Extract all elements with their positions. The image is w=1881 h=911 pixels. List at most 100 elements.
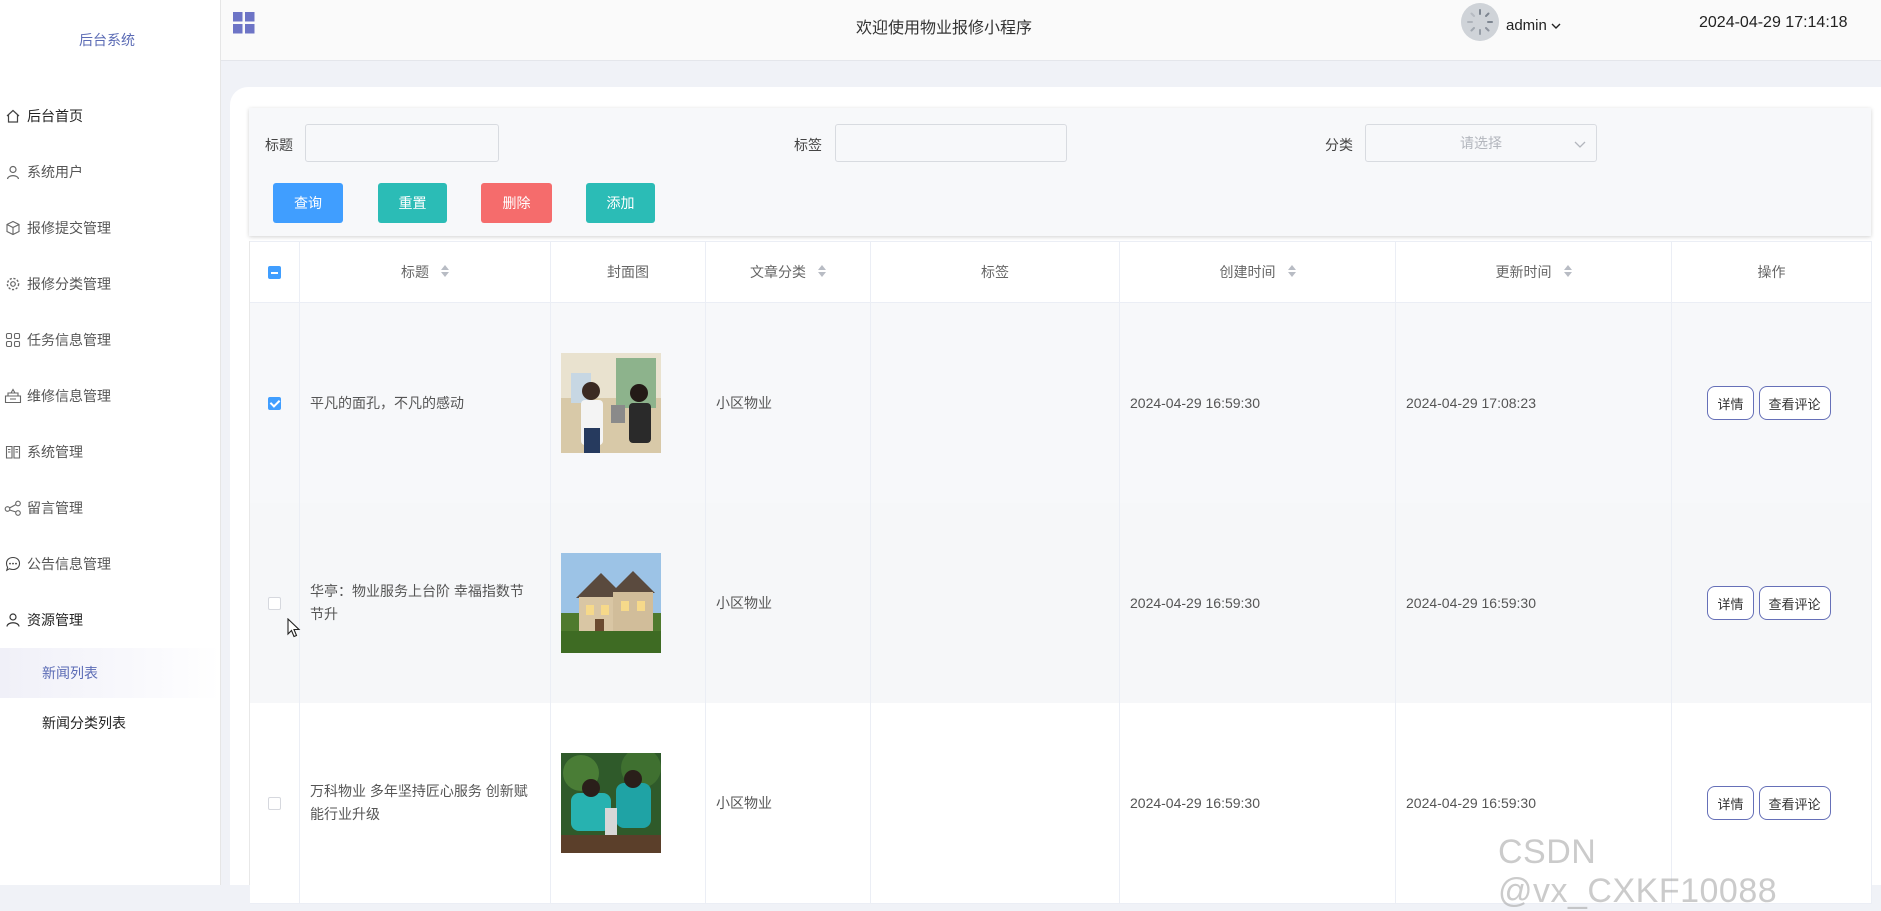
- book-icon: [2, 441, 24, 463]
- row-cover: [551, 503, 706, 703]
- col-title[interactable]: 标题: [300, 242, 551, 302]
- brand-title: 后台系统: [79, 32, 135, 48]
- sort-icon[interactable]: [818, 265, 826, 277]
- chevron-down-icon: [1574, 136, 1586, 152]
- row-select-cell: [250, 503, 300, 703]
- reset-button[interactable]: 重置: [378, 183, 447, 223]
- row-checkbox[interactable]: [268, 796, 281, 810]
- sort-icon[interactable]: [441, 265, 449, 277]
- sidebar-item-maintenance-info[interactable]: 维修信息管理: [0, 368, 220, 424]
- sidebar-item-notices[interactable]: 公告信息管理: [0, 536, 220, 592]
- row-updated: 2024-04-29 16:59:30: [1396, 503, 1672, 703]
- sidebar-subitem-label: 新闻列表: [42, 665, 98, 681]
- tray-icon: [2, 385, 24, 407]
- row-checkbox[interactable]: [268, 596, 281, 610]
- tag-input[interactable]: [835, 124, 1067, 162]
- row-category-text: 小区物业: [716, 395, 772, 411]
- col-cover: 封面图: [551, 242, 706, 302]
- watermark: CSDN @vx_CXKF10088: [1498, 833, 1778, 910]
- sidebar-item-label: 系统管理: [27, 444, 83, 460]
- sidebar-item-task-info[interactable]: 任务信息管理: [0, 312, 220, 368]
- detail-button[interactable]: 详情: [1707, 386, 1754, 420]
- cube-icon: [2, 217, 24, 239]
- row-created-text: 2024-04-29 16:59:30: [1130, 595, 1260, 611]
- welcome-text: 欢迎使用物业报修小程序: [855, 20, 1032, 37]
- row-cover: [551, 703, 706, 903]
- title-input[interactable]: [305, 124, 499, 162]
- delete-button[interactable]: 删除: [481, 183, 552, 223]
- col-title-label: 标题: [401, 264, 429, 280]
- row-checkbox[interactable]: [268, 396, 281, 410]
- sidebar-subitem-news-list[interactable]: 新闻列表: [0, 648, 220, 698]
- sidebar-item-home[interactable]: 后台首页: [0, 88, 220, 144]
- gear-icon: [2, 273, 24, 295]
- sidebar-item-system-users[interactable]: 系统用户: [0, 144, 220, 200]
- col-created-label: 创建时间: [1219, 264, 1276, 280]
- row-created-text: 2024-04-29 16:59:30: [1130, 395, 1260, 411]
- sidebar-item-repair-category[interactable]: 报修分类管理: [0, 256, 220, 312]
- sidebar-subitem-news-category-list[interactable]: 新闻分类列表: [0, 698, 220, 748]
- row-actions: 详情 查看评论: [1672, 503, 1872, 703]
- table-row[interactable]: 平凡的面孔，不凡的感动 小区物业 2024-04-29 16:59:30 202…: [250, 303, 1872, 504]
- category-select[interactable]: 请选择: [1365, 124, 1597, 162]
- row-category: 小区物业: [706, 503, 871, 703]
- sort-icon[interactable]: [1563, 265, 1572, 277]
- cover-image[interactable]: [561, 353, 661, 453]
- col-updated[interactable]: 更新时间: [1396, 242, 1672, 302]
- table-row[interactable]: 华亭：物业服务上台阶 幸福指数节节升 小区物业 2024-04-29 16:59…: [250, 503, 1872, 704]
- sidebar-item-resources[interactable]: 资源管理: [0, 592, 220, 648]
- sidebar-item-system-management[interactable]: 系统管理: [0, 424, 220, 480]
- view-comments-button[interactable]: 查看评论: [1758, 386, 1831, 420]
- detail-button[interactable]: 详情: [1707, 586, 1754, 620]
- row-created: 2024-04-29 16:59:30: [1120, 503, 1396, 703]
- add-button[interactable]: 添加: [586, 183, 655, 223]
- row-created-text: 2024-04-29 16:59:30: [1130, 795, 1260, 811]
- search-form: 标题 标签 分类 请选择 查询 重置 删除 添加: [249, 108, 1871, 236]
- avatar[interactable]: [1461, 3, 1499, 41]
- sidebar-subitem-label: 新闻分类列表: [42, 715, 126, 731]
- row-select-cell: [250, 303, 300, 503]
- col-category[interactable]: 文章分类: [706, 242, 871, 302]
- news-table: 标题 封面图 文章分类 标签 创建时间 更新时间 操作 平凡的面孔，不凡的感动: [249, 241, 1872, 904]
- col-actions: 操作: [1672, 242, 1872, 302]
- row-title: 华亭：物业服务上台阶 幸福指数节节升: [300, 503, 551, 703]
- row-category-text: 小区物业: [716, 795, 772, 811]
- sidebar-item-label: 维修信息管理: [27, 388, 111, 404]
- row-updated-text: 2024-04-29 16:59:30: [1406, 795, 1536, 811]
- top-header: 欢迎使用物业报修小程序 admin 2024-04-29 17:14:18: [221, 0, 1881, 61]
- cover-image[interactable]: [561, 753, 661, 853]
- col-created[interactable]: 创建时间: [1120, 242, 1396, 302]
- row-created: 2024-04-29 16:59:30: [1120, 703, 1396, 903]
- sidebar-item-label: 报修提交管理: [27, 220, 111, 236]
- user-menu[interactable]: admin: [1506, 17, 1561, 34]
- col-cover-label: 封面图: [607, 264, 649, 280]
- detail-button[interactable]: 详情: [1707, 786, 1754, 820]
- row-select-cell: [250, 703, 300, 903]
- sidebar-item-label: 资源管理: [27, 612, 83, 628]
- row-actions: 详情 查看评论: [1672, 303, 1872, 503]
- user-icon: [2, 161, 24, 183]
- select-all-cell: [250, 242, 300, 302]
- sidebar-item-label: 任务信息管理: [27, 332, 111, 348]
- home-icon: [2, 105, 24, 127]
- sidebar-item-label: 留言管理: [27, 500, 83, 516]
- category-label: 分类: [1325, 137, 1353, 153]
- select-all-checkbox[interactable]: [268, 265, 281, 279]
- sidebar-item-label: 系统用户: [27, 164, 83, 180]
- query-button[interactable]: 查询: [273, 183, 343, 223]
- row-title-text: 平凡的面孔，不凡的感动: [310, 395, 464, 411]
- cover-image[interactable]: [561, 553, 661, 653]
- view-comments-button[interactable]: 查看评论: [1758, 586, 1831, 620]
- mouse-cursor-icon: [287, 617, 301, 643]
- sidebar-item-label: 公告信息管理: [27, 556, 111, 572]
- col-updated-label: 更新时间: [1495, 264, 1552, 280]
- sidebar-item-messages[interactable]: 留言管理: [0, 480, 220, 536]
- sidebar-item-repair-submit[interactable]: 报修提交管理: [0, 200, 220, 256]
- person-icon: [2, 609, 24, 631]
- sort-icon[interactable]: [1287, 265, 1296, 277]
- share-icon: [2, 497, 24, 519]
- datetime: 2024-04-29 17:14:18: [1699, 14, 1848, 31]
- col-actions-label: 操作: [1757, 264, 1786, 280]
- view-comments-button[interactable]: 查看评论: [1758, 786, 1831, 820]
- row-title: 万科物业 多年坚持匠心服务 创新赋能行业升级: [300, 703, 551, 903]
